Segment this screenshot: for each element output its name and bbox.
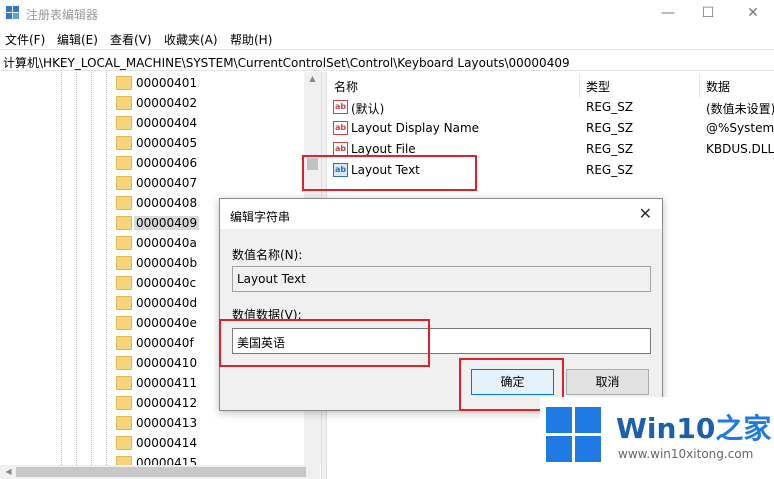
list-row[interactable]: ab Layout Display Name REG_SZ @%SystemR	[328, 118, 774, 139]
folder-icon	[116, 196, 132, 210]
menu-help[interactable]: 帮助(H)	[230, 31, 272, 48]
tree-item-label: 00000411	[136, 376, 198, 390]
tree-item-label: 00000401	[136, 76, 198, 90]
dialog-title: 编辑字符串	[230, 210, 291, 224]
tree-item-label: 00000410	[136, 356, 198, 370]
tree-item[interactable]: 00000402	[114, 93, 314, 113]
folder-icon	[116, 176, 132, 190]
tree-item-label: 00000407	[136, 176, 198, 190]
tree-item-label: 0000040d	[136, 296, 198, 310]
tree-item[interactable]: 00000404	[114, 113, 314, 133]
folder-icon	[116, 396, 132, 410]
folder-icon	[116, 356, 132, 370]
tree-item[interactable]: 00000415	[114, 453, 314, 465]
value-type: REG_SZ	[586, 163, 634, 177]
edit-string-dialog: 编辑字符串 ✕ 数值名称(N): Layout Text 数值数据(V): 美国…	[219, 198, 663, 411]
minimize-button[interactable]: —	[658, 4, 678, 22]
dialog-title-bar: 编辑字符串 ✕	[220, 199, 662, 229]
value-data: @%SystemR	[706, 121, 774, 135]
tree-item[interactable]: 00000405	[114, 133, 314, 153]
menu-bar: 文件(F) 编辑(E) 查看(V) 收藏夹(A) 帮助(H)	[0, 28, 774, 48]
tree-hscroll-thumb[interactable]	[16, 467, 306, 477]
tree-item-label: 00000412	[136, 396, 198, 410]
close-button[interactable]: ✕	[743, 4, 763, 22]
folder-icon	[116, 116, 132, 130]
address-path: 计算机\HKEY_LOCAL_MACHINE\SYSTEM\CurrentCon…	[3, 56, 570, 70]
win10-logo: Win10之家 www.win10xitong.com	[540, 397, 774, 479]
tree-item-label: 00000414	[136, 436, 198, 450]
value-type: REG_SZ	[586, 121, 634, 135]
folder-icon	[116, 436, 132, 450]
regedit-icon	[6, 6, 20, 20]
column-header-type[interactable]: 类型	[580, 74, 700, 98]
value-name-field: Layout Text	[232, 266, 651, 292]
tree-item-label: 0000040e	[136, 316, 197, 330]
value-name: (默认)	[351, 102, 385, 116]
menu-edit[interactable]: 编辑(E)	[57, 31, 98, 48]
tree-item-label: 00000408	[136, 196, 198, 210]
title-bar: 注册表编辑器 — ☐ ✕	[0, 0, 774, 28]
value-name: Layout Display Name	[351, 121, 480, 135]
tree-item[interactable]: 00000401	[114, 73, 314, 93]
folder-icon	[116, 416, 132, 430]
windows-logo-icon	[546, 407, 602, 463]
cancel-button[interactable]: 取消	[566, 369, 649, 395]
address-bar[interactable]: 计算机\HKEY_LOCAL_MACHINE\SYSTEM\CurrentCon…	[0, 49, 774, 71]
value-data: (数值未设置)	[706, 102, 774, 116]
tree-item-label: 00000409	[134, 216, 200, 230]
menu-favorites[interactable]: 收藏夹(A)	[164, 31, 218, 48]
folder-icon	[116, 456, 132, 465]
folder-icon	[116, 316, 132, 330]
folder-icon	[116, 96, 132, 110]
folder-icon	[116, 76, 132, 90]
tree-item-label: 00000406	[136, 156, 198, 170]
folder-icon	[116, 296, 132, 310]
window-title: 注册表编辑器	[26, 8, 99, 22]
tree-item[interactable]: 00000413	[114, 413, 314, 433]
tree-item-label: 00000413	[136, 416, 198, 430]
folder-icon	[116, 216, 132, 230]
logo-url: www.win10xitong.com	[618, 447, 754, 461]
folder-icon	[116, 376, 132, 390]
value-type: REG_SZ	[586, 142, 634, 156]
list-row[interactable]: ab (默认) REG_SZ (数值未设置)	[328, 97, 774, 118]
highlight-box-layout-text	[302, 155, 477, 191]
scroll-up-arrow-icon[interactable]: ▲	[304, 72, 321, 86]
scroll-left-arrow-icon[interactable]: ◀	[0, 465, 17, 479]
string-value-icon: ab	[333, 100, 348, 114]
folder-icon	[116, 276, 132, 290]
folder-icon	[116, 336, 132, 350]
tree-item[interactable]: 00000414	[114, 433, 314, 453]
column-header-data[interactable]: 数据	[700, 74, 774, 98]
menu-view[interactable]: 查看(V)	[110, 31, 152, 48]
tree-item-label: 00000405	[136, 136, 198, 150]
maximize-button[interactable]: ☐	[698, 4, 718, 22]
tree-item-label: 0000040b	[136, 256, 198, 270]
folder-icon	[116, 236, 132, 250]
folder-icon	[116, 136, 132, 150]
dialog-close-icon[interactable]: ✕	[639, 204, 652, 223]
string-value-icon: ab	[333, 142, 348, 156]
logo-brand: Win10之家	[616, 412, 772, 445]
tree-item-label: 0000040c	[136, 276, 197, 290]
string-value-icon: ab	[333, 121, 348, 135]
value-name: Layout File	[351, 142, 416, 156]
value-type: REG_SZ	[586, 100, 634, 114]
tree-item[interactable]: 00000407	[114, 173, 314, 193]
tree-item-label: 00000402	[136, 96, 198, 110]
tree-item-label: 00000404	[136, 116, 198, 130]
tree-item-label: 0000040f	[136, 336, 194, 350]
menu-file[interactable]: 文件(F)	[5, 31, 45, 48]
value-name-label: 数值名称(N):	[232, 248, 303, 262]
tree-item[interactable]: 00000406	[114, 153, 314, 173]
folder-icon	[116, 156, 132, 170]
value-data: KBDUS.DLL	[706, 142, 774, 156]
folder-icon	[116, 256, 132, 270]
tree-item-label: 0000040a	[136, 236, 197, 250]
highlight-box-value-data	[219, 319, 430, 367]
column-header-name[interactable]: 名称	[328, 74, 580, 98]
tree-item-label: 00000415	[136, 456, 198, 465]
